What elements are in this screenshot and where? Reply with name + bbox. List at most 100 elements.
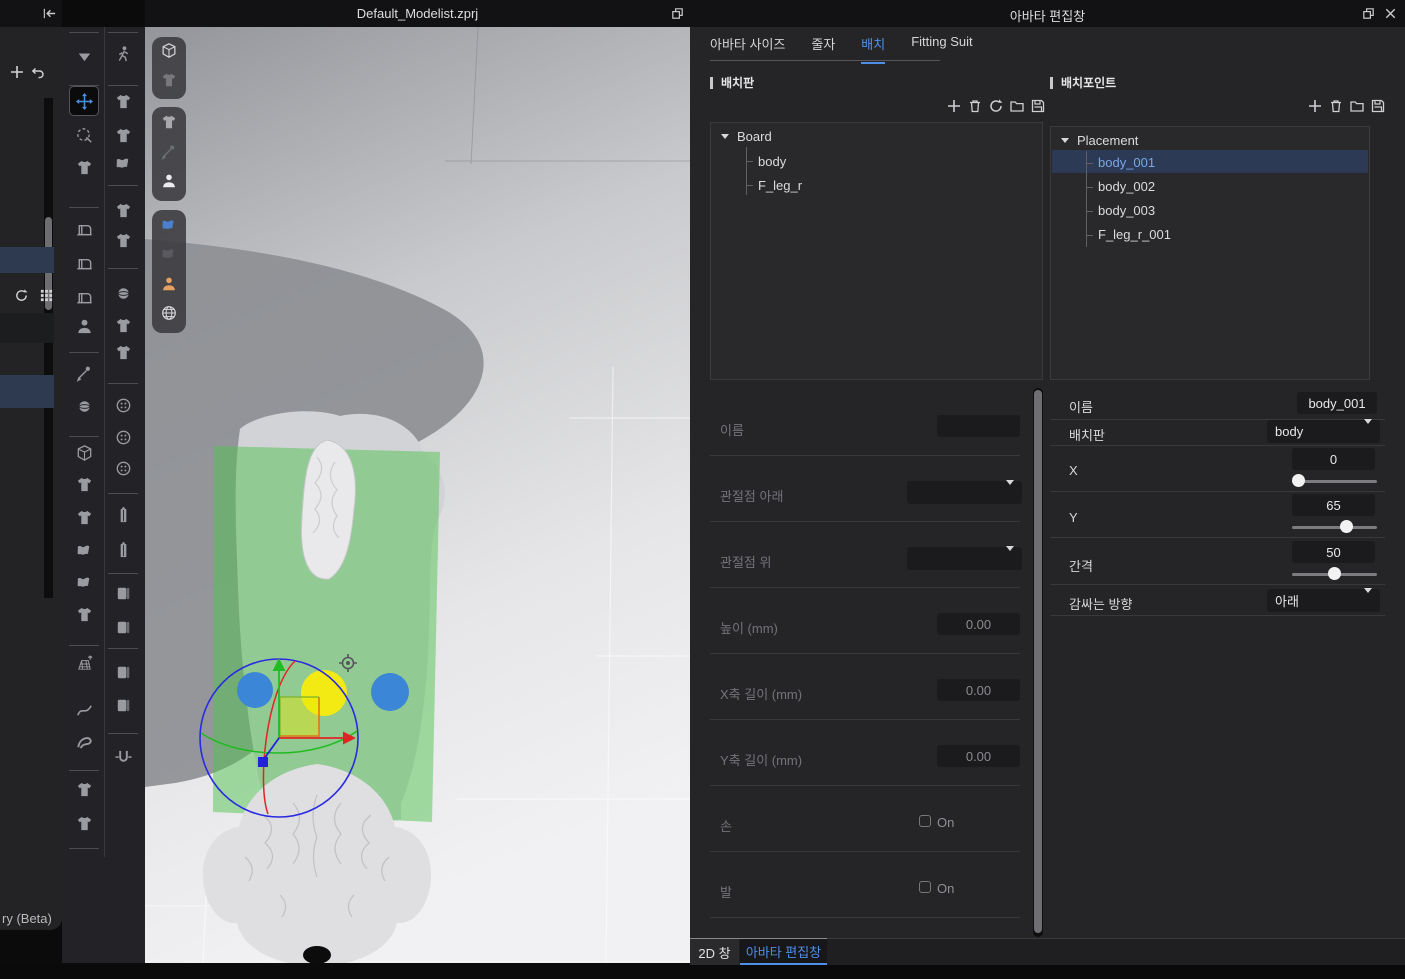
garment-measure-tool[interactable] [72,811,96,835]
move-gizmo-tool[interactable] [69,86,99,116]
board-open-icon[interactable] [1009,98,1025,114]
pin-tool[interactable] [72,361,96,385]
pin-ball-tool[interactable] [72,394,96,418]
viewport-titlebar[interactable]: Default_Modelist.zprj [145,0,690,27]
button-select-tool[interactable] [111,393,135,417]
detail-hand-checkbox[interactable] [919,815,931,827]
prop-gap-field[interactable]: 50 [1292,541,1375,563]
binding-tool[interactable] [111,693,135,717]
free-sewing-tool[interactable] [72,284,96,308]
show-garment-icon[interactable] [160,113,178,136]
points-add-icon[interactable] [1307,98,1323,114]
viewport-restore-icon[interactable] [670,6,685,21]
points-delete-icon[interactable] [1328,98,1344,114]
reset-drape-tool[interactable] [72,570,96,594]
fold-arrangement-tool[interactable] [72,505,96,529]
fabric-ball-tool[interactable] [111,281,135,305]
board-add-icon[interactable] [946,98,962,114]
detail-x-length-field[interactable]: 0.00 [937,679,1020,701]
library-refresh-icon[interactable] [14,288,29,308]
board-item-f-leg-r[interactable]: F_leg_r [758,178,802,193]
fabric-roll-select-tool[interactable] [111,581,135,605]
detail-height-field[interactable]: 0.00 [937,613,1020,635]
points-save-icon[interactable] [1370,98,1386,114]
library-selected-row-2[interactable] [0,375,54,408]
board-tree-root[interactable]: Board [721,129,772,144]
zipper-select-tool[interactable] [111,503,135,527]
flatten-tool[interactable] [111,151,135,175]
detail-foot-checkbox[interactable] [919,881,931,893]
clamp-tool[interactable] [111,745,135,769]
detail-joint-below-select[interactable] [907,481,1022,504]
avatar-editor-close-icon[interactable] [1383,6,1398,21]
mesh-transform-tool[interactable] [72,651,96,675]
sculpt-tool[interactable] [111,123,135,147]
prop-x-field[interactable]: 0 [1292,448,1375,470]
solidify-tool[interactable] [72,602,96,626]
sculpt-select-tool[interactable] [111,89,135,113]
point-item-f-leg-r-001[interactable]: F_leg_r_001 [1098,227,1171,242]
curve-measure-tool[interactable] [72,698,96,722]
zipper-tool[interactable] [111,538,135,562]
garment-drape-tool[interactable] [72,155,96,179]
tab-2d-window[interactable]: 2D 창 [690,939,739,965]
tape-measure-tool[interactable] [72,730,96,754]
lasso-select-tool[interactable] [72,123,96,147]
point-item-body-002[interactable]: body_002 [1098,179,1155,194]
garment-measure-select-tool[interactable] [72,777,96,801]
tab-avatar-editor[interactable]: 아바타 편집창 [740,939,827,965]
prop-wrap-direction-select[interactable]: 아래 [1267,589,1380,612]
show-avatar-skin-icon[interactable] [160,275,178,298]
button-tool[interactable] [111,425,135,449]
sewing-tool[interactable] [72,216,96,240]
unfold-tool[interactable] [72,441,96,465]
seam-tool[interactable] [111,228,135,252]
detail-y-length-field[interactable]: 0.00 [937,745,1020,767]
points-open-icon[interactable] [1349,98,1365,114]
board-delete-icon[interactable] [967,98,983,114]
drape-tool[interactable] [72,538,96,562]
jacket-arrange-tool[interactable] [72,472,96,496]
board-item-body[interactable]: body [758,154,786,169]
viewport-3d-scene[interactable] [145,27,690,968]
library-scrollbar[interactable] [44,98,53,598]
avatar-editor-titlebar[interactable]: 아바타 편집창 [690,0,1405,27]
collapse-panel-icon[interactable] [42,6,57,21]
library-grid-view-icon[interactable] [39,288,54,308]
board-refresh-icon[interactable] [988,98,1004,114]
show-pins-icon[interactable] [160,143,178,166]
expander-icon[interactable] [1061,138,1069,143]
fit-sewing-tool[interactable] [72,314,96,338]
library-add-icon[interactable] [9,64,24,79]
show-fabric-icon[interactable] [160,216,178,239]
detail-joint-above-select[interactable] [907,547,1022,570]
prop-x-slider[interactable] [1292,474,1377,487]
buttonhole-tool[interactable] [111,456,135,480]
texture-tool[interactable] [111,340,135,364]
library-selected-row[interactable] [0,247,54,273]
points-tree-root[interactable]: Placement [1061,133,1138,148]
detail-scrollbar[interactable] [1033,388,1043,937]
show-avatar-icon[interactable] [160,172,178,195]
avatar-editor-restore-icon[interactable] [1361,6,1376,21]
prop-board-select[interactable]: body [1267,420,1380,443]
prop-name-field[interactable]: body_001 [1297,392,1377,414]
library-item[interactable] [0,313,54,343]
show-garment-dim-icon[interactable] [160,71,178,94]
drop-arrangement-tool[interactable] [72,42,96,66]
show-fabric-dim-icon[interactable] [160,245,178,268]
segment-sewing-tool[interactable] [72,250,96,274]
binding-select-tool[interactable] [111,660,135,684]
detail-name-field[interactable] [937,415,1020,437]
expander-icon[interactable] [721,134,729,139]
show-environment-icon[interactable] [160,304,178,327]
point-item-body-001[interactable]: body_001 [1098,155,1155,170]
prop-y-slider[interactable] [1292,520,1377,533]
library-undo-icon[interactable] [30,64,45,79]
view-3d-toggle-icon[interactable] [160,42,178,65]
board-save-icon[interactable] [1030,98,1046,114]
point-item-body-003[interactable]: body_003 [1098,203,1155,218]
prop-gap-slider[interactable] [1292,567,1377,580]
texture-select-tool[interactable] [111,313,135,337]
animation-tool[interactable] [111,42,135,66]
